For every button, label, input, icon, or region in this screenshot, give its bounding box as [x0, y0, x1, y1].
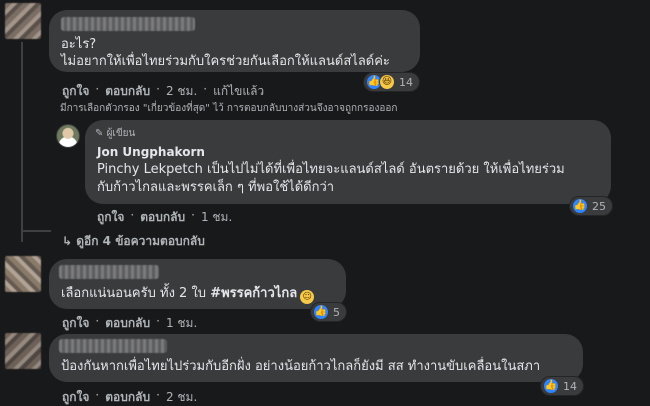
- timestamp[interactable]: 2 ชม.: [166, 82, 197, 101]
- comment-actions: ถูกใจ · ตอบกลับ · 2 ชม. · แก้ไขแล้ว: [62, 82, 264, 101]
- like-icon: 👍: [572, 198, 588, 214]
- more-replies-link[interactable]: ↳ ดูอีก 4 ข้อความตอบกลับ: [62, 232, 205, 251]
- reply-button[interactable]: ตอบกลับ: [105, 388, 150, 406]
- comment-actions: ถูกใจ · ตอบกลับ · 1 ชม.: [62, 314, 197, 333]
- avatar[interactable]: [5, 333, 41, 369]
- comment-text: เลือกแน่นอนครับ ทั้ง 2 ใบ #พรรคก้าวไกล ☺: [61, 285, 315, 304]
- author-avatar[interactable]: [56, 124, 80, 148]
- reply-text-line: Pinchy Lekpetch เป็นไปไม่ได้ที่เพื่อไทยจ…: [97, 162, 565, 177]
- like-button[interactable]: ถูกใจ: [62, 314, 89, 333]
- reaction-count: 25: [592, 199, 606, 213]
- comment-actions: ถูกใจ · ตอบกลับ · 2 ชม.: [62, 388, 197, 406]
- commenter-name[interactable]: [59, 339, 167, 353]
- reply-button[interactable]: ตอบกลับ: [140, 208, 185, 227]
- comment-text-line: ไม่อยากให้เพื่อไทยร่วมกับใครช่วยกันเลือก…: [61, 54, 390, 69]
- filter-note: มีการเลือกตัวกรอง "เกี่ยวข้องที่สุด" ไว้…: [60, 103, 398, 114]
- reply-arrow-icon: ↳: [62, 234, 77, 248]
- comment-bubble: เลือกแน่นอนครับ ทั้ง 2 ใบ #พรรคก้าวไกล ☺: [49, 259, 346, 309]
- reaction-count: 5: [333, 305, 340, 319]
- haha-icon: 😆: [379, 74, 395, 90]
- author-badge: ✎ ผู้เขียน: [95, 128, 136, 139]
- timestamp[interactable]: 1 ชม.: [166, 314, 197, 333]
- commenter-name[interactable]: [61, 17, 195, 31]
- like-button[interactable]: ถูกใจ: [62, 82, 89, 101]
- like-icon: 👍: [543, 378, 559, 394]
- reply-text-line: กับก้าวไกลและพรรคเล็ก ๆ ที่พอใช้ได้ดีกว่…: [97, 180, 335, 195]
- timestamp[interactable]: 2 ชม.: [166, 388, 197, 406]
- reaction-summary[interactable]: 👍 25: [569, 196, 613, 216]
- comment-text: ป้องกันหากเพื่อไทยไปร่วมกับอีกฝั่ง อย่าง…: [61, 359, 541, 374]
- like-icon: 👍: [313, 304, 329, 320]
- reply-actions: ถูกใจ · ตอบกลับ · 1 ชม.: [97, 208, 232, 227]
- reply-bubble: ✎ ผู้เขียน Jon Ungphakorn Pinchy Lekpetc…: [85, 120, 611, 204]
- avatar[interactable]: [5, 256, 41, 292]
- author-name[interactable]: Jon Ungphakorn: [97, 143, 205, 161]
- avatar[interactable]: [5, 3, 41, 39]
- edited-label[interactable]: แก้ไขแล้ว: [213, 82, 264, 101]
- hashtag-link[interactable]: #พรรคก้าวไกล: [210, 286, 297, 301]
- comment-bubble: ป้องกันหากเพื่อไทยไปร่วมกับอีกฝั่ง อย่าง…: [49, 334, 583, 382]
- reply-button[interactable]: ตอบกลับ: [105, 314, 150, 333]
- reaction-summary[interactable]: 👍 14: [540, 376, 584, 396]
- like-button[interactable]: ถูกใจ: [62, 388, 89, 406]
- like-button[interactable]: ถูกใจ: [97, 208, 124, 227]
- timestamp[interactable]: 1 ชม.: [201, 208, 232, 227]
- commenter-name[interactable]: [59, 265, 159, 279]
- comment-text-line: อะไร?: [61, 37, 97, 52]
- reaction-summary[interactable]: 👍 5: [310, 302, 347, 322]
- smile-emoji-icon: ☺: [300, 290, 315, 304]
- reaction-count: 14: [563, 379, 577, 393]
- comment-bubble: อะไร? ไม่อยากให้เพื่อไทยร่วมกับใครช่วยกั…: [49, 10, 420, 72]
- thread-line: [21, 42, 23, 242]
- reaction-count: 14: [399, 75, 413, 89]
- reaction-summary[interactable]: 👍 😆 14: [363, 72, 420, 92]
- reply-button[interactable]: ตอบกลับ: [105, 82, 150, 101]
- thread-branch: [21, 230, 51, 232]
